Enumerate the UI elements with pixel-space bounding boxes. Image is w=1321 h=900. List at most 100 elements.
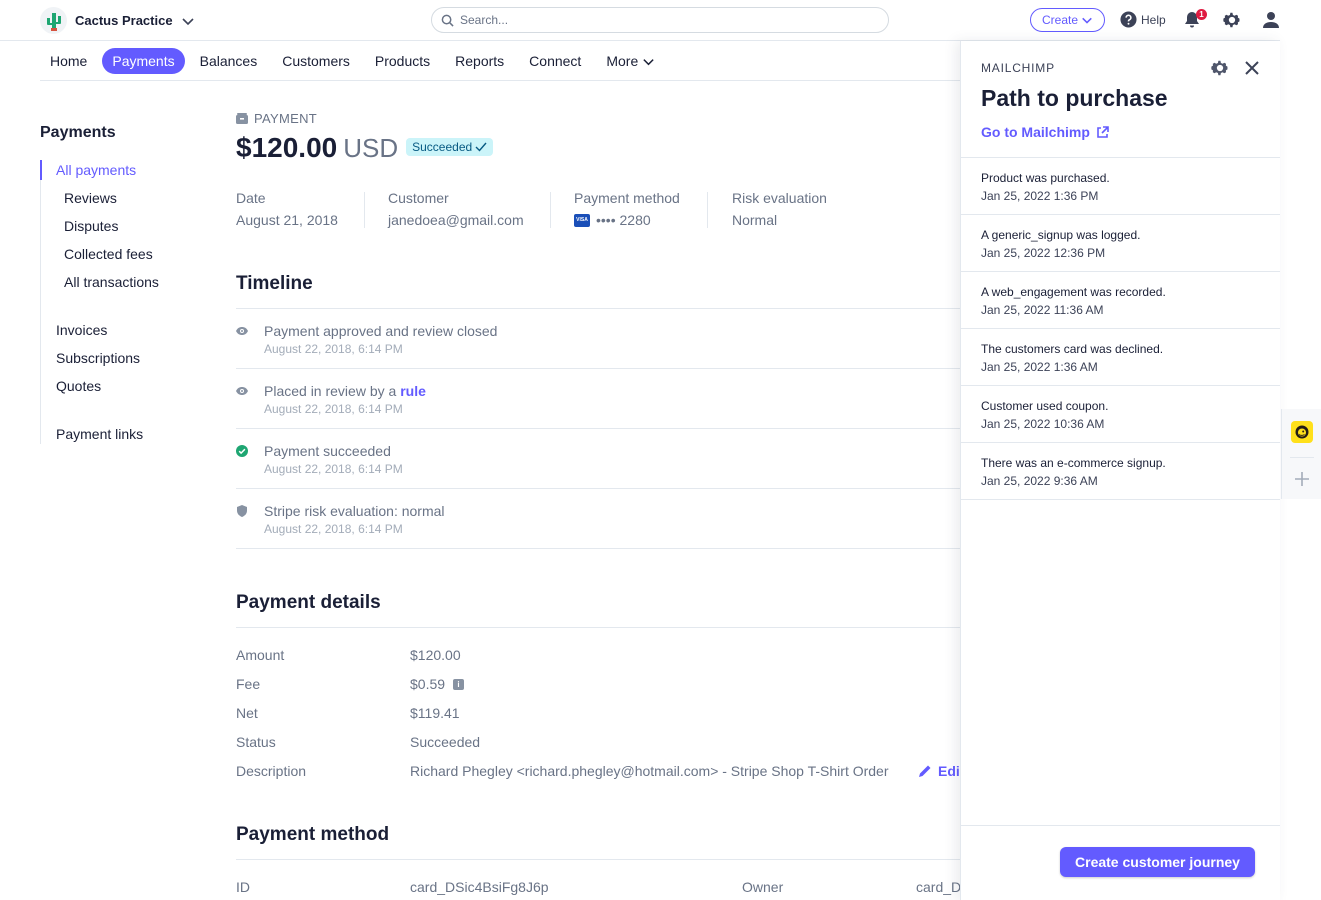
- drawer-app-name: MAILCHIMP: [981, 61, 1055, 75]
- nav-home[interactable]: Home: [40, 48, 97, 74]
- app-rail: [1281, 409, 1321, 499]
- drawer-event-list: Product was purchased. Jan 25, 2022 1:36…: [961, 157, 1280, 500]
- meta-divider: [550, 192, 551, 228]
- sidebar-item-subscriptions[interactable]: Subscriptions: [56, 350, 140, 366]
- create-button-label: Create: [1041, 13, 1079, 27]
- payment-details-divider: [236, 627, 960, 628]
- timeline-title: Timeline: [236, 273, 313, 294]
- nav-divider: [40, 80, 960, 81]
- search-bar[interactable]: [431, 7, 889, 33]
- nav-connect[interactable]: Connect: [519, 48, 591, 74]
- meta-risk: Risk evaluation Normal: [732, 190, 827, 228]
- add-app-plus-icon[interactable]: [1294, 471, 1310, 487]
- nav-more[interactable]: More: [596, 48, 665, 74]
- mailchimp-app-icon[interactable]: [1291, 421, 1313, 443]
- amount-value: $120.00: [236, 132, 338, 163]
- settings-gear-icon[interactable]: [1223, 11, 1241, 29]
- help-label: Help: [1141, 12, 1166, 27]
- shield-icon: [237, 505, 247, 517]
- drawer-event-date: Jan 25, 2022 10:36 AM: [981, 417, 1105, 431]
- detail-value-status: Succeeded: [410, 734, 481, 750]
- drawer-event-date: Jan 25, 2022 11:36 AM: [981, 303, 1104, 317]
- method-label-id: ID: [236, 879, 250, 895]
- drawer-event-title: Customer used coupon.: [981, 399, 1109, 413]
- sidebar-item-payment-links[interactable]: Payment links: [56, 426, 143, 442]
- meta-payment-method: Payment method VISA •••• 2280: [574, 190, 680, 228]
- nav-payments[interactable]: Payments: [102, 48, 185, 74]
- amount-currency: USD: [343, 133, 399, 163]
- timeline-event: Payment approved and review closed Augus…: [236, 309, 960, 369]
- sidebar-item-quotes[interactable]: Quotes: [56, 378, 101, 394]
- meta-method-value: VISA •••• 2280: [574, 212, 680, 228]
- timeline-event: Payment succeeded August 22, 2018, 6:14 …: [236, 429, 960, 489]
- drawer-settings-gear-icon[interactable]: [1211, 59, 1229, 77]
- meta-customer: Customer janedoea@gmail.com: [388, 190, 524, 228]
- timeline-event: Stripe risk evaluation: normal August 22…: [236, 489, 960, 549]
- meta-risk-label: Risk evaluation: [732, 190, 827, 206]
- meta-date-value: August 21, 2018: [236, 212, 338, 228]
- close-icon[interactable]: [1243, 59, 1261, 77]
- edit-description-button[interactable]: Edi: [918, 763, 960, 779]
- nav-reports[interactable]: Reports: [445, 48, 514, 74]
- drawer-event-title: The customers card was declined.: [981, 342, 1164, 356]
- notification-badge: 1: [1196, 9, 1207, 20]
- timeline-event-title: Payment approved and review closed: [264, 323, 498, 339]
- meta-date: Date August 21, 2018: [236, 190, 338, 228]
- payment-box-icon: [236, 113, 248, 124]
- sidebar-active-indicator: [40, 160, 42, 180]
- timeline-event-title: Stripe risk evaluation: normal: [264, 503, 445, 519]
- drawer-event-date: Jan 25, 2022 12:36 PM: [981, 246, 1106, 260]
- sidebar-item-all-payments[interactable]: All payments: [56, 162, 136, 178]
- pencil-icon: [919, 765, 931, 777]
- search-input[interactable]: [460, 13, 860, 27]
- sidebar-item-reviews[interactable]: Reviews: [64, 190, 117, 206]
- drawer-event-item: There was an e-commerce signup. Jan 25, …: [961, 443, 1280, 500]
- detail-label-amount: Amount: [236, 647, 285, 663]
- method-value-id: card_DSic4BsiFg8J6p: [410, 879, 549, 895]
- method-value-owner: card_D: [916, 879, 962, 895]
- nav-customers[interactable]: Customers: [272, 48, 360, 74]
- drawer-event-item: A generic_signup was logged. Jan 25, 202…: [961, 215, 1280, 272]
- cactus-logo-icon: [40, 7, 67, 34]
- meta-divider: [364, 192, 365, 228]
- meta-date-label: Date: [236, 190, 266, 206]
- drawer-event-title: A generic_signup was logged.: [981, 228, 1141, 242]
- nav-products[interactable]: Products: [365, 48, 440, 74]
- chevron-down-icon: [181, 17, 194, 25]
- meta-method-label: Payment method: [574, 190, 680, 206]
- rule-link[interactable]: rule: [400, 383, 426, 399]
- nav-more-label: More: [606, 53, 639, 69]
- meta-method-number: •••• 2280: [596, 212, 651, 228]
- payment-amount: $120.00 USD Succeeded: [236, 132, 494, 164]
- payment-method-divider: [236, 859, 960, 860]
- help-button[interactable]: Help: [1120, 11, 1166, 28]
- info-icon[interactable]: i: [453, 678, 465, 690]
- chevron-down-icon: [1082, 17, 1092, 24]
- mailchimp-logo-icon: [1295, 425, 1309, 439]
- meta-customer-value[interactable]: janedoea@gmail.com: [388, 212, 524, 228]
- nav-balances[interactable]: Balances: [190, 48, 268, 74]
- account-switcher[interactable]: Cactus Practice: [40, 7, 195, 34]
- checkmark-icon: [475, 142, 487, 152]
- account-name: Cactus Practice: [75, 13, 173, 28]
- timeline-event-date: August 22, 2018, 6:14 PM: [264, 402, 403, 416]
- sidebar-item-disputes[interactable]: Disputes: [64, 218, 118, 234]
- sidebar-item-collected-fees[interactable]: Collected fees: [64, 246, 153, 262]
- create-customer-journey-button[interactable]: Create customer journey: [1060, 847, 1255, 877]
- detail-value-net: $119.41: [410, 705, 460, 721]
- status-badge-label: Succeeded: [412, 140, 473, 154]
- main-nav: Home Payments Balances Customers Product…: [40, 47, 670, 75]
- payment-label: PAYMENT: [236, 111, 317, 126]
- drawer-event-title: Product was purchased.: [981, 171, 1110, 185]
- sidebar-item-all-transactions[interactable]: All transactions: [64, 274, 159, 290]
- sidebar-item-invoices[interactable]: Invoices: [56, 322, 107, 338]
- timeline-event-date: August 22, 2018, 6:14 PM: [264, 342, 403, 356]
- detail-label-net: Net: [236, 705, 258, 721]
- go-to-mailchimp-link[interactable]: Go to Mailchimp: [981, 124, 1109, 140]
- eye-icon: [236, 387, 248, 395]
- drawer-event-title: A web_engagement was recorded.: [981, 285, 1166, 299]
- create-button[interactable]: Create: [1030, 8, 1105, 32]
- user-profile-icon[interactable]: [1262, 11, 1280, 29]
- drawer-event-item: A web_engagement was recorded. Jan 25, 2…: [961, 272, 1280, 329]
- chevron-down-icon: [643, 58, 654, 65]
